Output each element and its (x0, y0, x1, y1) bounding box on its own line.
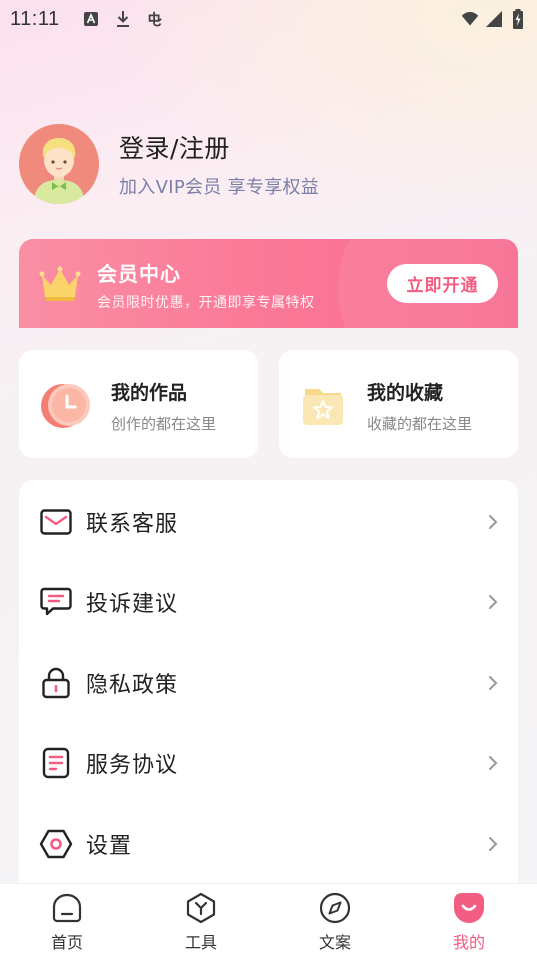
menu-item-contact-service[interactable]: 联系客服 (19, 492, 518, 552)
my-works-title: 我的作品 (111, 382, 188, 404)
menu-item-privacy-policy[interactable]: 隐私政策 (19, 653, 518, 713)
chevron-right-icon (486, 592, 500, 612)
nav-item-home[interactable]: 首页 (32, 891, 102, 953)
login-register-link[interactable]: 登录/注册 (119, 129, 319, 165)
nav-label-copywriting: 文案 (318, 933, 351, 952)
tools-icon (183, 891, 219, 925)
open-vip-button[interactable]: 立即开通 (387, 264, 498, 303)
font-icon (82, 10, 100, 28)
status-time: 11:11 (10, 7, 60, 30)
vip-promo-text: 加入VIP会员 享专享权益 (119, 177, 320, 198)
download-icon (114, 10, 132, 28)
favorites-star-folder-icon (299, 379, 351, 431)
menu-label-contact-service: 联系客服 (86, 512, 179, 537)
menu-label-feedback: 投诉建议 (86, 592, 179, 617)
compass-icon (317, 891, 353, 925)
nav-item-mine[interactable]: 我的 (434, 891, 504, 953)
signal-icon (485, 10, 503, 28)
vip-center-banner[interactable]: 会员中心 会员限时优惠，开通即享专属特权 立即开通 (19, 239, 518, 328)
menu-item-feedback[interactable]: 投诉建议 (19, 572, 518, 632)
nav-label-home: 首页 (50, 933, 83, 952)
battery-charging-icon (509, 9, 527, 29)
menu-item-settings[interactable]: 设置 (19, 814, 518, 874)
document-icon (39, 746, 73, 780)
mail-icon (39, 505, 73, 539)
vip-title: 会员中心 (97, 262, 181, 286)
menu-label-settings: 设置 (86, 834, 133, 859)
my-favorites-description: 收藏的都在这里 (367, 415, 473, 433)
nav-label-tools: 工具 (184, 933, 217, 952)
my-favorites-title: 我的收藏 (367, 382, 444, 404)
my-works-card[interactable]: 我的作品 创作的都在这里 (19, 350, 258, 458)
avatar[interactable] (19, 124, 99, 204)
works-clock-icon (39, 379, 91, 431)
menu-label-service-agreement: 服务协议 (86, 753, 179, 778)
lock-icon (39, 666, 73, 700)
profile-section[interactable]: 登录/注册 加入VIP会员 享专享权益 (19, 124, 319, 204)
chevron-right-icon (486, 673, 500, 693)
my-favorites-card[interactable]: 我的收藏 收藏的都在这里 (279, 350, 518, 458)
menu-label-privacy-policy: 隐私政策 (86, 673, 179, 698)
settings-menu: 联系客服 投诉建议 隐私政策 服务协议 设置 (19, 480, 518, 885)
home-icon (49, 891, 85, 925)
my-works-description: 创作的都在这里 (111, 415, 217, 433)
bug-icon (146, 10, 164, 28)
nav-label-mine: 我的 (452, 933, 485, 952)
menu-item-service-agreement[interactable]: 服务协议 (19, 733, 518, 793)
chevron-right-icon (486, 512, 500, 532)
vip-description: 会员限时优惠，开通即享专属特权 (97, 295, 315, 311)
message-icon (39, 585, 73, 619)
chevron-right-icon (486, 834, 500, 854)
wifi-icon (461, 10, 479, 28)
nav-item-copywriting[interactable]: 文案 (300, 891, 370, 953)
chevron-right-icon (486, 753, 500, 773)
crown-icon (39, 265, 81, 303)
nav-item-tools[interactable]: 工具 (166, 891, 236, 953)
hexagon-settings-icon (39, 827, 73, 861)
status-bar: 11:11 (0, 0, 537, 38)
mine-smile-icon (451, 891, 487, 925)
bottom-navigation: 首页 工具 文案 我的 (0, 883, 537, 956)
